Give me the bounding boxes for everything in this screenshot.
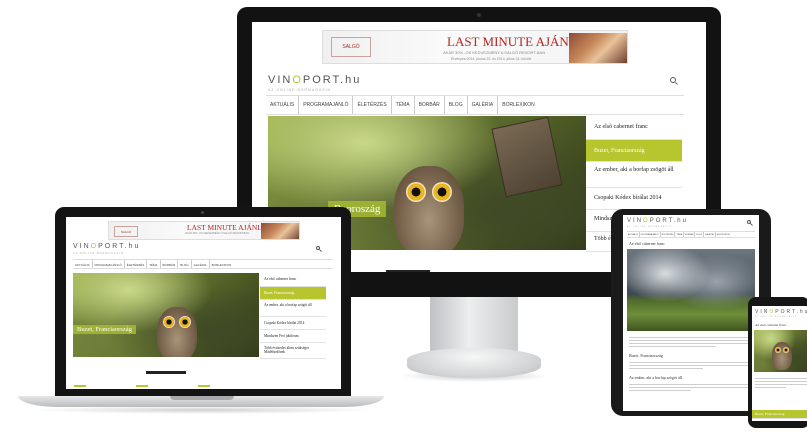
sidebar-item[interactable]: Az ember, aki a borfap szögöt áll [260, 300, 326, 317]
nav-item[interactable]: BORLEXIKON [716, 232, 731, 237]
banner-subtitle: AKÁR 30% -OS KEDVEZMÉNY A SALGÓ RESORT-B… [443, 50, 546, 55]
birdhouse [491, 116, 563, 198]
article-text [755, 376, 807, 388]
nav-item[interactable]: BORLEXIKON [210, 260, 234, 268]
nav-item[interactable]: ÉLETÉRZÉS [661, 232, 676, 237]
owl-eye [783, 347, 789, 353]
section-title[interactable]: Az ember, aki a borfap szögöt áll [629, 375, 682, 380]
article-title[interactable]: Az elsõ cabernet franc [755, 323, 786, 327]
site-tagline: AZ ONLINE BORMAGAZIN [755, 316, 798, 318]
sidebar-item[interactable]: Az elsõ cabernet franc [260, 273, 326, 287]
laptop-screen: SALGÓ RESORT LAST MINUTE AJÁNLAT AKÁR 30… [66, 217, 341, 389]
banner-title: LAST MINUTE AJÁNLAT [187, 223, 272, 232]
owl-eye [179, 316, 191, 328]
site-logo[interactable]: VINOPORT.hu [268, 74, 361, 86]
nav-item[interactable]: TÉMA [147, 260, 161, 268]
site-tagline: AZ ONLINE BORMAGAZIN [268, 88, 331, 92]
tablet-screen: VINOPORT.hu AZ ONLINE BORMAGAZIN AKTUÁLI… [623, 215, 759, 411]
sidebar: Az elsõ cabernet franc Buzet, Franciaors… [260, 273, 326, 359]
nav-item[interactable]: AKTUÁLIS [627, 232, 640, 237]
sidebar-item-active[interactable]: Buzet, Franciaország [752, 410, 807, 419]
section-title[interactable]: Buzet, Franciaország [629, 353, 663, 358]
nav-item[interactable]: GALÉRIA [192, 260, 210, 268]
nav-item[interactable]: BORBÁR [415, 96, 445, 114]
nav-item[interactable]: BLOG [695, 232, 705, 237]
nav-item[interactable]: TÉMA [392, 96, 415, 114]
article-title[interactable]: Az elsõ cabernet franc [629, 241, 665, 246]
imac-stand-foot [407, 348, 541, 378]
banner-logo: SALGÓ RESORT [331, 37, 371, 57]
nav-item[interactable]: BORBÁR [161, 260, 179, 268]
nav-item[interactable]: ÉLETÉRZÉS [125, 260, 148, 268]
article-text [629, 335, 753, 347]
phone-screen: VINOPORT.hu AZ ONLINE BORMAGAZIN Az elsõ… [752, 306, 807, 421]
sidebar-item-active[interactable]: Buzet, Franciaország [260, 287, 326, 300]
hero-image[interactable] [627, 249, 755, 331]
site-tagline: AZ ONLINE BORMAGAZIN [627, 226, 672, 228]
camera-icon [477, 13, 481, 17]
search-icon[interactable] [747, 220, 751, 224]
main-nav: AKTUÁLIS PROGRAMAJÁNLÓ ÉLETÉRZÉS TÉMA BO… [268, 96, 688, 114]
banner-logo: SALGÓ RESORT [114, 226, 138, 237]
nav-item[interactable]: PROGRAMAJÁNLÓ [299, 96, 354, 114]
main-nav: AKTUÁLIS PROGRAMAJÁNLÓ ÉLETÉRZÉS TÉMA BO… [73, 259, 333, 269]
owl-eye [775, 347, 781, 353]
sidebar-item[interactable]: Az ember, aki a borfap zsögöt áll [586, 162, 682, 188]
owl [394, 166, 464, 250]
banner-small: Érvényes 2014. június 20. és 2014. júliu… [451, 57, 531, 61]
owl-eye [432, 182, 452, 202]
nav-item[interactable]: PROGRAMAJÁNLÓ [93, 260, 125, 268]
promo-banner[interactable]: SALGÓ RESORT LAST MINUTE AJÁNLAT AKÁR 30… [322, 30, 628, 64]
site-logo[interactable]: VINOPORT.hu [73, 243, 140, 250]
hero-image[interactable]: Buzet, Franciaország [73, 273, 259, 357]
camera-icon [201, 211, 204, 214]
sidebar-item[interactable]: Csopaki Kódex bírálat 2014 [260, 317, 326, 330]
banner-subtitle: AKÁR 30% -OS KEDVEZMÉNY A SALGÓ RESORT-B… [185, 232, 249, 235]
sidebar-item[interactable]: Csopaki Kódex bírálat 2014 [586, 188, 682, 210]
nav-item[interactable]: AKTUÁLIS [268, 96, 300, 114]
hero-image[interactable] [754, 330, 807, 372]
owl [157, 307, 197, 357]
laptop-notch [170, 396, 234, 400]
main-nav: AKTUÁLIS PROGRAMAJÁNLÓ ÉLETÉRZÉS TÉMA BO… [627, 231, 755, 238]
nav-item[interactable]: BORBÁR [684, 232, 696, 237]
site-logo[interactable]: VINOPORT.hu [755, 309, 807, 315]
thumb-accent [136, 385, 148, 387]
laptop-shadow [30, 406, 375, 414]
site-logo[interactable]: VINOPORT.hu [627, 218, 688, 224]
nav-divider [266, 114, 684, 115]
sidebar-item[interactable]: Mindszen Feri jubileum [260, 330, 326, 343]
nav-item[interactable]: PROGRAMAJÁNLÓ [640, 232, 661, 237]
nav-item[interactable]: BLOG [445, 96, 468, 114]
owl-eye [163, 316, 175, 328]
banner-image [261, 223, 299, 239]
hero-caption: Buzet, Franciaország [73, 325, 136, 334]
owl-eye [406, 182, 426, 202]
sidebar-item[interactable]: Az elsõ cabernet franc [586, 116, 682, 140]
nav-item[interactable]: ÉLETÉRZÉS [353, 96, 392, 114]
nav-item[interactable]: BORLEXIKON [498, 96, 539, 114]
nav-item[interactable]: BLOG [178, 260, 192, 268]
site-tagline: AZ ONLINE BORMAGAZIN [73, 252, 124, 255]
slider-indicator[interactable] [146, 371, 186, 374]
nav-item[interactable]: TÉMA [675, 232, 685, 237]
promo-banner[interactable]: SALGÓ RESORT LAST MINUTE AJÁNLAT AKÁR 30… [108, 221, 300, 240]
banner-image [569, 33, 627, 63]
thumb-accent [74, 385, 86, 387]
section-text [629, 360, 753, 369]
nav-item[interactable]: GALÉRIA [704, 232, 716, 237]
sidebar-item-active[interactable]: Buzet, Franciaország [586, 140, 682, 162]
nav-item[interactable]: AKTUÁLIS [73, 260, 93, 268]
sidebar-item[interactable]: Több évtizedes álom szükséges Mádéfürdőn… [260, 343, 326, 359]
nav-item[interactable]: GALÉRIA [468, 96, 499, 114]
slider-indicator[interactable] [386, 270, 430, 272]
thumb-accent [198, 385, 210, 387]
owl [772, 342, 792, 370]
search-icon[interactable] [670, 77, 676, 83]
section-text [629, 382, 753, 391]
search-icon[interactable] [316, 246, 320, 250]
